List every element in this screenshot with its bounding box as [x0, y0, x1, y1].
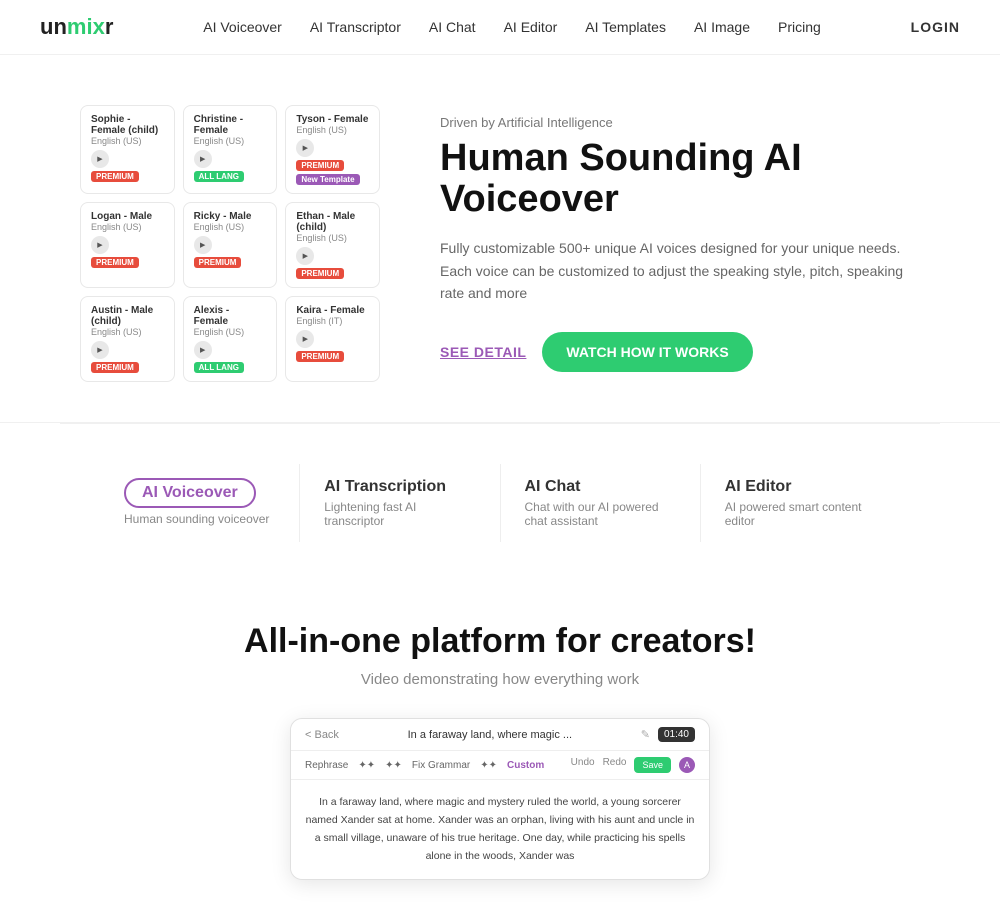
vp-undo[interactable]: Undo: [571, 757, 595, 773]
nav-ai-transcriptor[interactable]: AI Transcriptor: [310, 19, 401, 35]
badge-ethan: PREMIUM: [296, 268, 344, 279]
tab-ai-editor[interactable]: AI Editor AI powered smart content edito…: [700, 464, 900, 542]
nav-ai-image[interactable]: AI Image: [694, 19, 750, 35]
vp-title: In a faraway land, where magic ...: [347, 729, 633, 741]
voice-card-alexis[interactable]: Alexis - Female English (US) ▶ ALL LANG: [183, 296, 278, 382]
badge-austin: PREMIUM: [91, 362, 139, 373]
tab-label-voiceover: AI Voiceover: [124, 478, 256, 508]
vp-toolbar: Rephrase ✦✦ ✦✦ Fix Grammar ✦✦ Custom Und…: [291, 751, 709, 780]
tab-desc-voiceover: Human sounding voiceover: [124, 512, 275, 526]
allinone-title: All-in-one platform for creators!: [40, 622, 960, 661]
tab-ai-transcription[interactable]: AI Transcription Lightening fast AI tran…: [299, 464, 499, 542]
allinone-subtitle: Video demonstrating how everything work: [40, 671, 960, 688]
voice-card-sophie[interactable]: Sophie - Female (child) English (US) ▶ P…: [80, 105, 175, 194]
badge-logan: PREMIUM: [91, 257, 139, 268]
voice-grid-container: Sophie - Female (child) English (US) ▶ P…: [80, 105, 380, 382]
voice-card-tyson[interactable]: Tyson - Female English (US) ▶ PREMIUM Ne…: [285, 105, 380, 194]
vp-rephrase[interactable]: Rephrase: [305, 760, 348, 771]
badge-alexis: ALL LANG: [194, 362, 244, 373]
vp-fix-grammar[interactable]: Fix Grammar: [412, 760, 470, 771]
vp-content: In a faraway land, where magic and myste…: [291, 780, 709, 879]
vp-user-avatar: A: [679, 757, 695, 773]
vp-topbar: < Back In a faraway land, where magic ..…: [291, 719, 709, 751]
hero-section: Sophie - Female (child) English (US) ▶ P…: [0, 55, 1000, 422]
navbar: unmixr AI Voiceover AI Transcriptor AI C…: [0, 0, 1000, 55]
tab-desc-editor: AI powered smart content editor: [725, 500, 876, 528]
video-preview: < Back In a faraway land, where magic ..…: [290, 718, 710, 880]
tab-desc-transcription: Lightening fast AI transcriptor: [324, 500, 475, 528]
see-detail-button[interactable]: SEE DETAIL: [440, 344, 526, 360]
play-logan[interactable]: ▶: [91, 236, 109, 254]
vp-edit-icon[interactable]: ✎: [641, 728, 650, 741]
vp-custom[interactable]: Custom: [507, 760, 544, 771]
hero-title: Human Sounding AI Voiceover: [440, 138, 920, 222]
badge-christine: ALL LANG: [194, 171, 244, 182]
voice-card-ethan[interactable]: Ethan - Male (child) English (US) ▶ PREM…: [285, 202, 380, 288]
voice-card-austin[interactable]: Austin - Male (child) English (US) ▶ PRE…: [80, 296, 175, 382]
play-christine[interactable]: ▶: [194, 150, 212, 168]
play-sophie[interactable]: ▶: [91, 150, 109, 168]
vp-sparkle1: ✦✦: [358, 760, 375, 771]
nav-ai-voiceover[interactable]: AI Voiceover: [203, 19, 282, 35]
allinone-section: All-in-one platform for creators! Video …: [0, 572, 1000, 910]
vp-text: In a faraway land, where magic and myste…: [306, 796, 695, 862]
play-kaira[interactable]: ▶: [296, 330, 314, 348]
logo-text: unmixr: [40, 14, 113, 40]
tab-ai-voiceover[interactable]: AI Voiceover Human sounding voiceover: [100, 464, 299, 542]
tab-label-editor: AI Editor: [725, 478, 876, 496]
logo[interactable]: unmixr: [40, 14, 113, 40]
tabs-wrapper: AI Voiceover Human sounding voiceover AI…: [0, 422, 1000, 572]
tab-label-transcription: AI Transcription: [324, 478, 475, 496]
play-austin[interactable]: ▶: [91, 341, 109, 359]
voice-card-logan[interactable]: Logan - Male English (US) ▶ PREMIUM: [80, 202, 175, 288]
voice-grid: Sophie - Female (child) English (US) ▶ P…: [80, 105, 380, 382]
vp-redo[interactable]: Redo: [603, 757, 627, 773]
badge-kaira: PREMIUM: [296, 351, 344, 362]
hero-content: Driven by Artificial Intelligence Human …: [440, 115, 920, 373]
vp-sparkle3: ✦✦: [480, 760, 497, 771]
play-alexis[interactable]: ▶: [194, 341, 212, 359]
nav-ai-editor[interactable]: AI Editor: [504, 19, 558, 35]
vp-toolbar-actions: Rephrase ✦✦ ✦✦ Fix Grammar ✦✦ Custom: [305, 760, 544, 771]
play-ricky[interactable]: ▶: [194, 236, 212, 254]
vp-sparkle2: ✦✦: [385, 760, 402, 771]
badge-tyson-natural: New Template: [296, 174, 359, 185]
nav-pricing[interactable]: Pricing: [778, 19, 821, 35]
feature-tabs: AI Voiceover Human sounding voiceover AI…: [60, 423, 940, 572]
vp-right-actions: Undo Redo Save A: [571, 757, 695, 773]
tab-desc-chat: Chat with our AI powered chat assistant: [525, 500, 676, 528]
voice-card-ricky[interactable]: Ricky - Male English (US) ▶ PREMIUM: [183, 202, 278, 288]
nav-ai-chat[interactable]: AI Chat: [429, 19, 476, 35]
tab-ai-chat[interactable]: AI Chat Chat with our AI powered chat as…: [500, 464, 700, 542]
nav-links: AI Voiceover AI Transcriptor AI Chat AI …: [203, 19, 821, 35]
voice-card-kaira[interactable]: Kaira - Female English (IT) ▶ PREMIUM: [285, 296, 380, 382]
badge-tyson: PREMIUM: [296, 160, 344, 171]
hero-subtitle: Driven by Artificial Intelligence: [440, 115, 920, 130]
vp-timer: 01:40: [658, 727, 695, 742]
voice-card-christine[interactable]: Christine - Female English (US) ▶ ALL LA…: [183, 105, 278, 194]
hero-description: Fully customizable 500+ unique AI voices…: [440, 237, 920, 304]
play-tyson[interactable]: ▶: [296, 139, 314, 157]
nav-ai-templates[interactable]: AI Templates: [585, 19, 666, 35]
hero-buttons: SEE DETAIL WATCH HOW IT WORKS: [440, 332, 920, 372]
play-ethan[interactable]: ▶: [296, 247, 314, 265]
watch-how-button[interactable]: WATCH HOW IT WORKS: [542, 332, 752, 372]
badge-ricky: PREMIUM: [194, 257, 242, 268]
vp-save-button[interactable]: Save: [634, 757, 671, 773]
vp-back-button[interactable]: < Back: [305, 729, 339, 741]
login-button[interactable]: LOGIN: [911, 19, 960, 35]
tab-label-chat: AI Chat: [525, 478, 676, 496]
badge-sophie: PREMIUM: [91, 171, 139, 182]
